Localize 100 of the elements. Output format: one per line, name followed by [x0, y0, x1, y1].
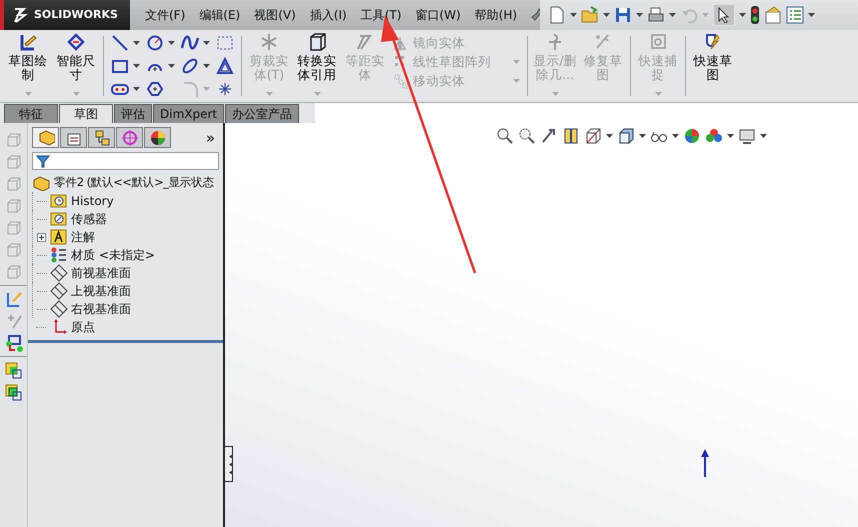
history-folder-icon	[50, 192, 68, 210]
tree-item[interactable]: 零件2 (默认<<默认>_显示状态	[54, 174, 214, 192]
ribbon-button[interactable]: 智能尺寸	[52, 30, 100, 102]
select-button[interactable]	[713, 4, 735, 26]
configuration-icon	[92, 128, 110, 147]
tab[interactable]: 草图	[59, 104, 113, 123]
tree-item[interactable]: 原点	[71, 318, 95, 336]
triangles-icon	[229, 453, 233, 475]
new-document-icon[interactable]	[548, 6, 566, 24]
logo-icon	[12, 6, 30, 24]
tab[interactable]: DimXpert	[153, 104, 224, 123]
tab[interactable]: 评估	[114, 104, 152, 123]
tree-item[interactable]: 前视基准面	[71, 264, 131, 282]
menu-item[interactable]: 窗口(W)	[408, 6, 468, 24]
caret-icon[interactable]	[808, 13, 815, 17]
sketch-edit-icon[interactable]	[4, 290, 22, 308]
scene-icon[interactable]	[705, 127, 723, 145]
filter-icon	[36, 154, 50, 168]
layer-icon[interactable]	[4, 361, 22, 379]
view-settings-icon[interactable]	[738, 127, 756, 145]
ribbon-button[interactable]: 草图绘制	[4, 30, 52, 102]
menu-item[interactable]: 工具(T)	[354, 6, 408, 24]
tree-item[interactable]: 传感器	[71, 210, 107, 228]
zoom-fit-icon[interactable]	[496, 127, 514, 145]
plane-icon	[50, 300, 68, 318]
caret-icon[interactable]	[760, 134, 767, 138]
view-orientation-icon[interactable]	[584, 127, 602, 145]
rectangle-icon[interactable]	[111, 57, 129, 75]
caret-icon[interactable]	[636, 13, 643, 17]
print-icon[interactable]	[647, 6, 665, 24]
layer-icon[interactable]	[4, 383, 22, 401]
trim-icon	[259, 32, 279, 52]
ribbon-button[interactable]: 快速草图	[689, 30, 737, 102]
ellipse-icon[interactable]	[181, 57, 199, 75]
dimension-icon	[66, 32, 86, 52]
expand-icon[interactable]	[37, 232, 46, 242]
circle-icon[interactable]	[146, 34, 164, 52]
ribbon-button[interactable]: 转换实体引用	[293, 30, 341, 102]
caret-icon[interactable]	[606, 134, 613, 138]
caret-icon[interactable]	[133, 41, 140, 45]
filter-field[interactable]	[32, 152, 219, 170]
part-icon	[32, 175, 50, 191]
tree-item[interactable]: History	[71, 192, 114, 210]
expand-button[interactable]: »	[206, 128, 219, 146]
collapse-handle[interactable]	[225, 446, 233, 482]
annotation-icon	[50, 228, 68, 246]
polygon-icon[interactable]	[146, 80, 164, 98]
point-icon[interactable]	[216, 80, 234, 98]
panel-tab[interactable]	[88, 127, 115, 148]
tab[interactable]: 办公室产品	[225, 104, 300, 123]
appearance-icon[interactable]	[683, 127, 701, 145]
menu-item[interactable]: 编辑(E)	[192, 6, 248, 24]
tab[interactable]: 特征	[4, 104, 58, 123]
plane-icon	[50, 282, 68, 300]
caret-icon[interactable]	[203, 41, 210, 45]
caret-icon[interactable]	[669, 13, 676, 17]
caret-icon[interactable]	[168, 41, 175, 45]
arrow-cursor-icon	[718, 7, 730, 23]
options-icon[interactable]	[764, 6, 782, 24]
zoom-area-icon[interactable]	[518, 127, 536, 145]
tree-item[interactable]: 右视基准面	[71, 300, 131, 318]
caret-icon[interactable]	[672, 134, 679, 138]
tree-item[interactable]: 上视基准面	[71, 282, 131, 300]
menu-item[interactable]: 视图(V)	[247, 6, 303, 24]
caret-icon[interactable]	[739, 13, 746, 17]
tree-item[interactable]: 注解	[71, 228, 95, 246]
part-icon	[36, 128, 54, 147]
traffic-light-icon[interactable]	[750, 6, 760, 24]
spline-icon[interactable]	[181, 34, 199, 52]
previous-view-icon[interactable]	[540, 127, 558, 145]
caret-icon[interactable]	[727, 134, 734, 138]
target-icon	[120, 128, 138, 147]
save-icon[interactable]	[614, 6, 632, 24]
caret-icon[interactable]	[168, 64, 175, 68]
text-a-icon[interactable]	[216, 57, 234, 75]
section-view-icon[interactable]	[562, 127, 580, 145]
caret-icon[interactable]	[603, 13, 610, 17]
move-icon	[393, 72, 409, 89]
menu-item[interactable]: 插入(I)	[302, 6, 354, 24]
menu-item[interactable]: 文件(F)	[138, 6, 192, 24]
dotted-rectangle-icon[interactable]	[216, 34, 234, 52]
color-wheel-icon	[148, 128, 166, 147]
caret-icon[interactable]	[133, 87, 140, 91]
caret-icon[interactable]	[203, 64, 210, 68]
tree-item[interactable]: 材质 <未指定>	[71, 246, 155, 264]
line-icon[interactable]	[111, 34, 129, 52]
material-icon	[50, 246, 68, 264]
display-style-icon[interactable]	[617, 127, 635, 145]
panel-tab[interactable]	[32, 127, 59, 148]
sensor-folder-icon	[50, 210, 68, 228]
panel-tab[interactable]	[144, 127, 171, 148]
caret-icon[interactable]	[570, 13, 577, 17]
list-icon[interactable]	[786, 6, 804, 24]
caret-icon[interactable]	[639, 134, 646, 138]
caret-icon[interactable]	[133, 64, 140, 68]
mirror-icon	[393, 35, 409, 52]
relations-icon[interactable]	[4, 334, 22, 352]
panel-tab[interactable]	[60, 127, 87, 148]
menu-item[interactable]: 帮助(H)	[468, 6, 524, 24]
axis-triad-icon	[698, 448, 712, 478]
